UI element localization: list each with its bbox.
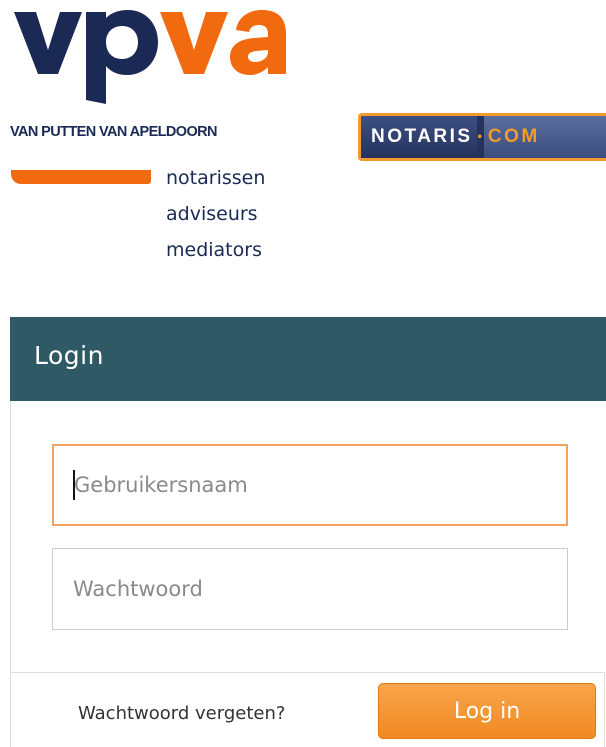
firm-name: VAN PUTTEN VAN APELDOORN — [10, 124, 217, 140]
login-form-body — [10, 401, 606, 672]
orange-accent-bar — [11, 170, 151, 184]
login-page: VAN PUTTEN VAN APELDOORN notarissen advi… — [0, 0, 606, 747]
username-input[interactable] — [52, 444, 568, 526]
password-input[interactable] — [52, 548, 568, 630]
text-caret — [73, 470, 75, 500]
forgot-password-link[interactable]: Wachtwoord vergeten? — [78, 703, 285, 724]
login-button[interactable]: Log in — [378, 683, 596, 739]
login-header: Login — [10, 317, 606, 401]
tagline-adviseurs: adviseurs — [166, 203, 258, 225]
notaris-badge-right: COM — [483, 116, 606, 158]
tagline-notarissen: notarissen — [166, 167, 266, 189]
tagline-mediators: mediators — [166, 239, 262, 261]
vpva-logo — [10, 0, 290, 108]
notaris-com-badge[interactable]: NOTARIS · COM — [358, 113, 606, 161]
notaris-badge-left: NOTARIS — [361, 116, 477, 158]
notaris-badge-separator: · — [476, 116, 484, 158]
login-title: Login — [34, 341, 104, 370]
